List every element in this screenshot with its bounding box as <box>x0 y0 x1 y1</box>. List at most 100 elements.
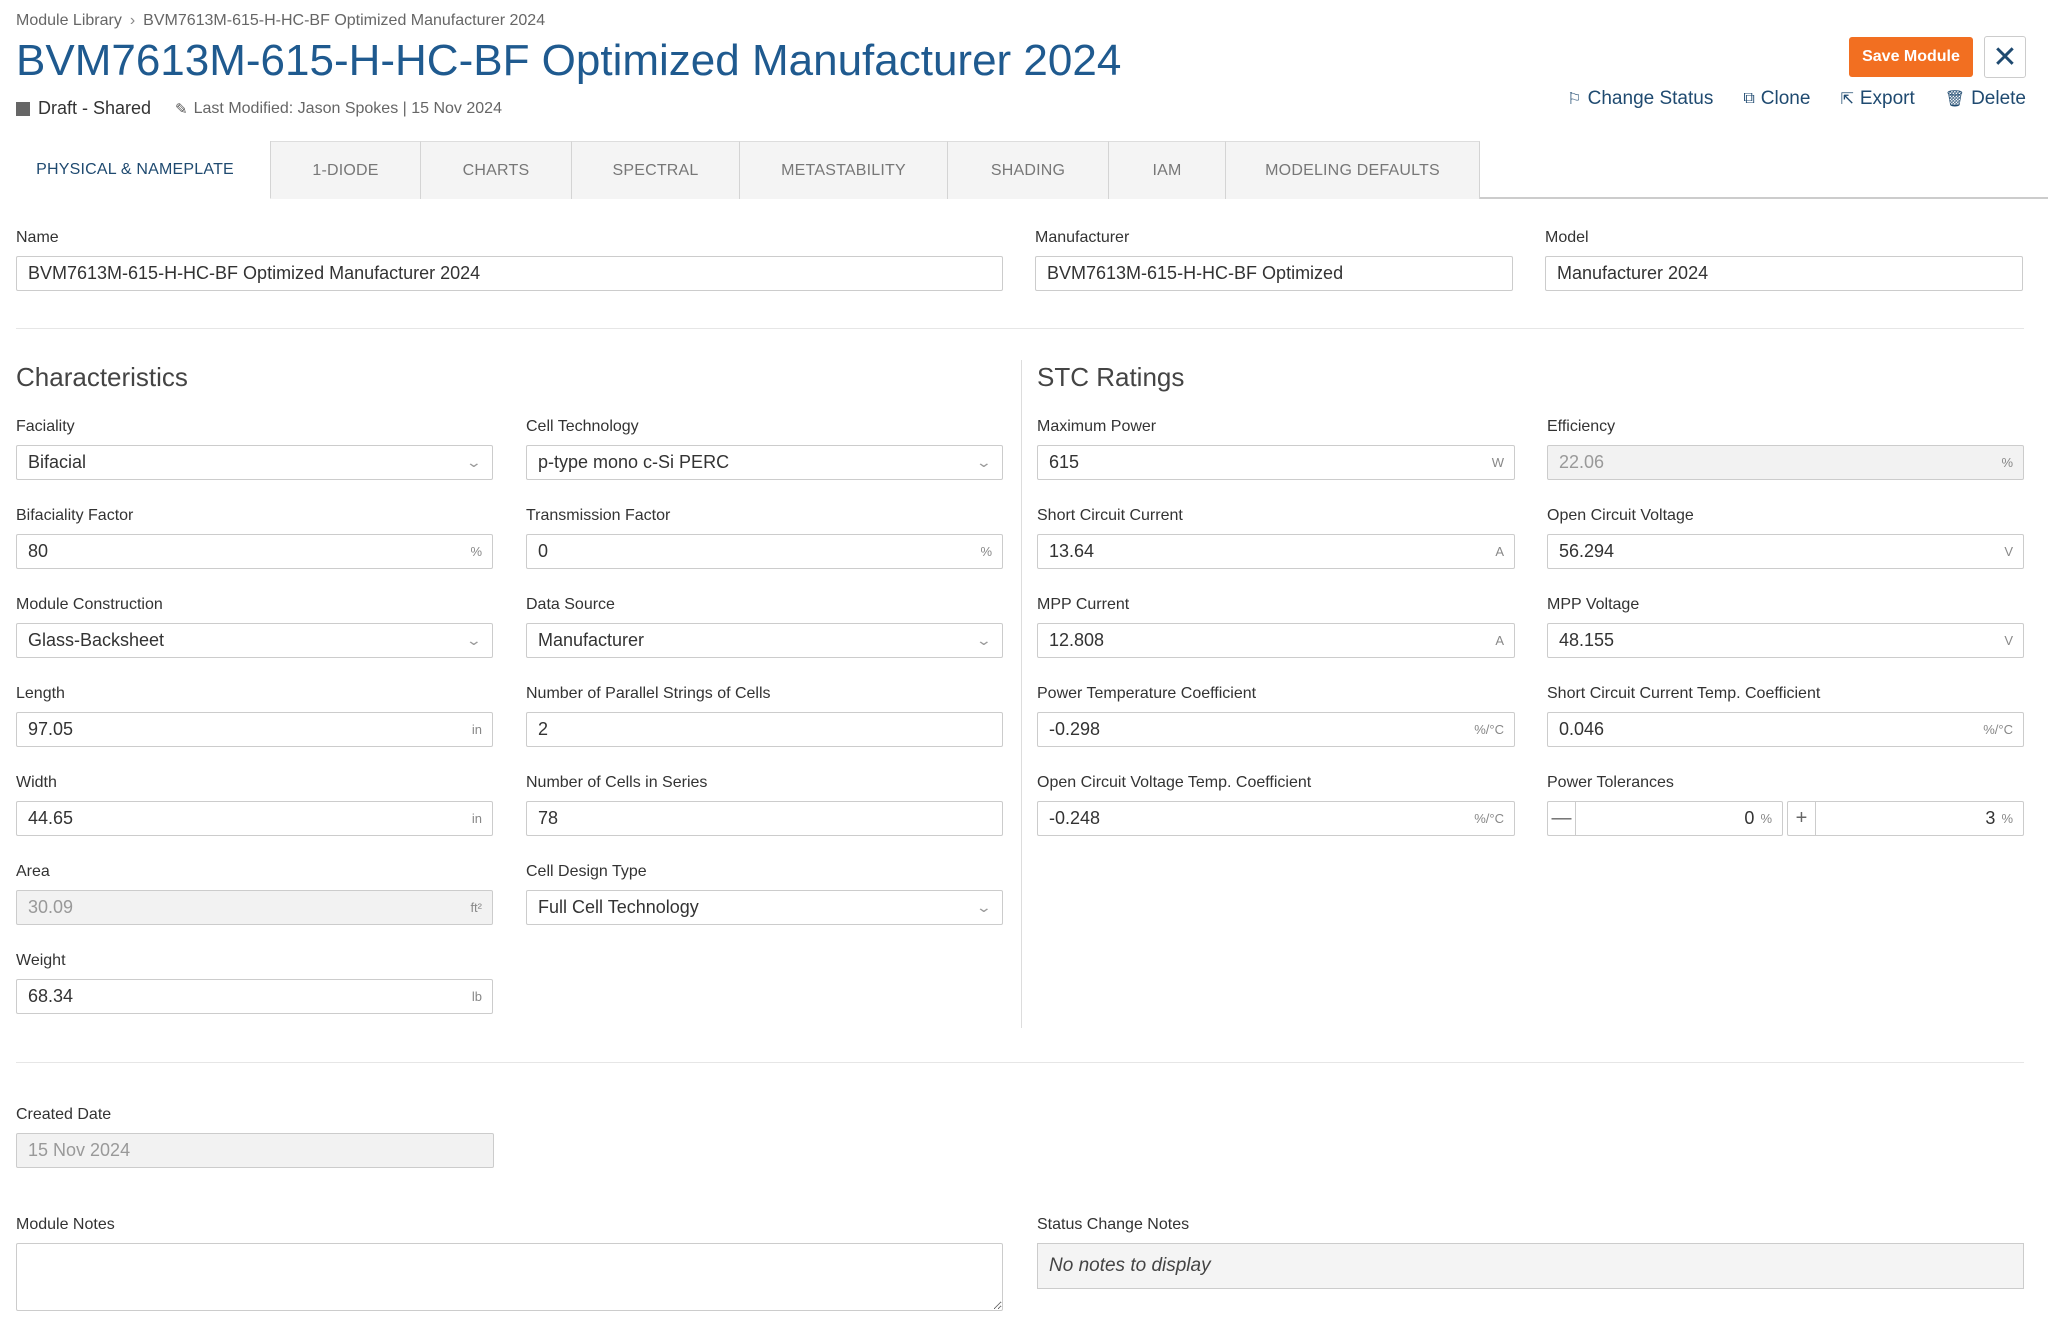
unit-label: lb <box>471 989 482 1004</box>
breadcrumb-current: BVM7613M-615-H-HC-BF Optimized Manufactu… <box>143 12 546 29</box>
max-power-input[interactable]: 615 W <box>1037 445 1515 480</box>
unit-label: % <box>1760 811 1772 826</box>
width-input[interactable]: 44.65 in <box>16 801 493 836</box>
width-field: Width 44.65 in <box>16 774 493 836</box>
faciality-field: Faciality Bifacial ⌄ <box>16 418 493 480</box>
created-date-field: Created Date 15 Nov 2024 <box>16 1106 494 1168</box>
power-tolerances-field: Power Tolerances — 0 % + 3 % <box>1547 774 2024 836</box>
chevron-down-icon: ⌄ <box>975 632 993 648</box>
plus-tolerance-value: 3 <box>1985 808 1996 828</box>
cell-technology-select[interactable]: p-type mono c-Si PERC ⌄ <box>526 445 1003 480</box>
data-source-select[interactable]: Manufacturer ⌄ <box>526 623 1003 658</box>
module-notes-textarea[interactable] <box>16 1243 1003 1311</box>
isc-temp-coeff-label: Short Circuit Current Temp. Coefficient <box>1547 685 1821 702</box>
minus-icon[interactable]: — <box>1548 802 1576 835</box>
export-button[interactable]: ⇱ Export <box>1840 88 1914 110</box>
delete-button[interactable]: 🗑︎ Delete <box>1945 88 2026 110</box>
plus-tolerance-input[interactable]: + 3 % <box>1787 801 2024 836</box>
module-construction-field: Module Construction Glass-Backsheet ⌄ <box>16 596 493 658</box>
manufacturer-input[interactable]: BVM7613M-615-H-HC-BF Optimized <box>1035 256 1513 291</box>
transmission-factor-input[interactable]: 0% <box>526 534 1003 569</box>
voc-input[interactable]: 56.294 V <box>1547 534 2024 569</box>
tab-physical-nameplate[interactable]: PHYSICAL & NAMEPLATE <box>0 141 271 199</box>
header-actions: ⚐ Change Status ⧉ Clone ⇱ Export 🗑︎ Dele… <box>1567 88 2026 110</box>
name-value: BVM7613M-615-H-HC-BF Optimized Manufactu… <box>28 263 481 283</box>
module-construction-label: Module Construction <box>16 596 163 613</box>
breadcrumb-root-link[interactable]: Module Library <box>16 12 122 30</box>
transmission-factor-field: Transmission Factor 0% <box>526 507 1003 569</box>
voc-label: Open Circuit Voltage <box>1547 507 1694 524</box>
close-button[interactable]: ✕ <box>1984 36 2026 78</box>
model-input[interactable]: Manufacturer 2024 <box>1545 256 2023 291</box>
width-value: 44.65 <box>28 808 74 828</box>
power-temp-coeff-input[interactable]: -0.298 %/°C <box>1037 712 1515 747</box>
efficiency-value: 22.06 <box>1559 452 1605 472</box>
minus-tolerance-value: 0 <box>1744 808 1755 828</box>
minus-tolerance-input[interactable]: — 0 % <box>1547 801 1783 836</box>
bifaciality-factor-label: Bifaciality Factor <box>16 507 134 524</box>
unit-label: % <box>2001 455 2013 470</box>
weight-input[interactable]: 68.34 lb <box>16 979 493 1014</box>
tab-charts[interactable]: CHARTS <box>421 141 572 199</box>
weight-value: 68.34 <box>28 986 74 1006</box>
area-label: Area <box>16 863 50 880</box>
name-input[interactable]: BVM7613M-615-H-HC-BF Optimized Manufactu… <box>16 256 1003 291</box>
impp-input[interactable]: 12.808 A <box>1037 623 1515 658</box>
vmpp-value: 48.155 <box>1559 630 1615 650</box>
plus-icon[interactable]: + <box>1788 802 1816 835</box>
isc-temp-coeff-value: 0.046 <box>1559 719 1605 739</box>
tab-shading[interactable]: SHADING <box>948 141 1109 199</box>
breadcrumb: Module Library › BVM7613M-615-H-HC-BF Op… <box>16 12 545 30</box>
area-field: Area 30.09 ft² <box>16 863 493 925</box>
tab-1-diode[interactable]: 1-DIODE <box>271 141 421 199</box>
cell-design-type-field: Cell Design Type Full Cell Technology ⌄ <box>526 863 1003 925</box>
unit-label: V <box>2004 633 2013 648</box>
length-label: Length <box>16 685 65 702</box>
manufacturer-value: BVM7613M-615-H-HC-BF Optimized <box>1047 263 1344 283</box>
save-module-button[interactable]: Save Module <box>1849 37 1973 77</box>
area-value: 30.09 <box>28 897 74 917</box>
length-value: 97.05 <box>28 719 74 739</box>
impp-field: MPP Current 12.808 A <box>1037 596 1515 658</box>
transmission-factor-value: 0 <box>538 541 549 561</box>
data-source-label: Data Source <box>526 596 615 613</box>
status-change-notes-value: No notes to display <box>1049 1255 1211 1276</box>
clone-button[interactable]: ⧉ Clone <box>1743 88 1810 110</box>
tab-iam[interactable]: IAM <box>1109 141 1226 199</box>
efficiency-input: 22.06% <box>1547 445 2024 480</box>
chevron-down-icon: ⌄ <box>465 454 483 470</box>
parallel-strings-label: Number of Parallel Strings of Cells <box>526 685 771 702</box>
width-label: Width <box>16 774 57 791</box>
vmpp-input[interactable]: 48.155 V <box>1547 623 2024 658</box>
tab-spectral[interactable]: SPECTRAL <box>572 141 740 199</box>
status-change-notes-field: Status Change Notes No notes to display <box>1037 1216 2024 1289</box>
divider <box>16 1062 2024 1063</box>
change-status-button[interactable]: ⚐ Change Status <box>1567 88 1713 110</box>
unit-label: %/°C <box>1474 722 1504 737</box>
parallel-strings-input[interactable]: 2 <box>526 712 1003 747</box>
efficiency-field: Efficiency 22.06% <box>1547 418 2024 480</box>
voc-temp-coeff-input[interactable]: -0.248 %/°C <box>1037 801 1515 836</box>
isc-input[interactable]: 13.64 A <box>1037 534 1515 569</box>
tab-modeling-defaults[interactable]: MODELING DEFAULTS <box>1226 141 1480 199</box>
max-power-field: Maximum Power 615 W <box>1037 418 1515 480</box>
voc-field: Open Circuit Voltage 56.294 V <box>1547 507 2024 569</box>
faciality-select[interactable]: Bifacial ⌄ <box>16 445 493 480</box>
data-source-value: Manufacturer <box>538 630 645 650</box>
divider <box>16 328 2024 329</box>
length-input[interactable]: 97.05 in <box>16 712 493 747</box>
max-power-value: 615 <box>1049 452 1080 472</box>
module-construction-select[interactable]: Glass-Backsheet ⌄ <box>16 623 493 658</box>
cell-design-type-value: Full Cell Technology <box>538 897 699 917</box>
tab-metastability[interactable]: METASTABILITY <box>740 141 948 199</box>
bifaciality-factor-input[interactable]: 80% <box>16 534 493 569</box>
parallel-strings-field: Number of Parallel Strings of Cells 2 <box>526 685 1003 747</box>
isc-temp-coeff-input[interactable]: 0.046 %/°C <box>1547 712 2024 747</box>
length-field: Length 97.05 in <box>16 685 493 747</box>
bifaciality-factor-field: Bifaciality Factor 80% <box>16 507 493 569</box>
status-row: Draft - Shared ✎ Last Modified: Jason Sp… <box>16 98 502 119</box>
area-input: 30.09 ft² <box>16 890 493 925</box>
faciality-value: Bifacial <box>28 452 87 472</box>
cells-in-series-input[interactable]: 78 <box>526 801 1003 836</box>
cell-design-type-select[interactable]: Full Cell Technology ⌄ <box>526 890 1003 925</box>
